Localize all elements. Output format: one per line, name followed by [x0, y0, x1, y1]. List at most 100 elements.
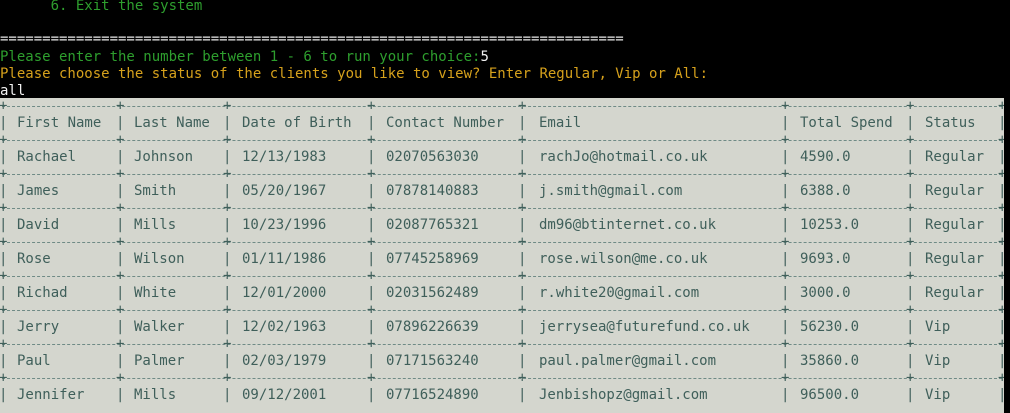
column-divider: |: [116, 251, 125, 267]
column-divider: |: [518, 387, 527, 403]
cell-spend: 9693.0: [800, 251, 851, 267]
column-divider: |: [906, 387, 915, 403]
column-divider: |: [998, 149, 1004, 165]
cell-first: Rose: [17, 251, 51, 267]
cell-status: Regular: [925, 217, 985, 233]
border-corner: +: [367, 234, 376, 250]
cell-spend: 96500.0: [800, 387, 860, 403]
column-divider: |: [116, 285, 125, 301]
column-divider: |: [518, 285, 527, 301]
cell-first: Paul: [17, 353, 51, 369]
border-corner: +: [367, 98, 376, 114]
cell-last: Wilson: [134, 251, 185, 267]
table-row: | | | | | | | | David Mills 10/23/1996 02087765321 d…: [0, 217, 1004, 234]
column-divider: |: [0, 285, 8, 301]
cell-last: Mills: [134, 217, 177, 233]
column-divider: |: [906, 353, 915, 369]
border-corner: +: [223, 234, 232, 250]
border-corner: +: [906, 132, 915, 148]
border-corner: +: [781, 302, 790, 318]
border-dashes: [2, 140, 1002, 141]
column-divider: |: [223, 217, 232, 233]
column-divider: |: [367, 217, 376, 233]
column-divider: |: [367, 251, 376, 267]
column-divider: |: [0, 319, 8, 335]
clients-table: + + + + + + + + | | | | | | | | First Name Last Name Date …: [0, 98, 1004, 413]
border-corner: +: [0, 234, 8, 250]
column-divider: |: [223, 251, 232, 267]
cell-first: Jerry: [17, 319, 60, 335]
border-corner: +: [116, 234, 125, 250]
column-divider: |: [906, 217, 915, 233]
border-corner: +: [116, 132, 125, 148]
border-corner: +: [518, 268, 527, 284]
column-divider: |: [0, 387, 8, 403]
column-divider: |: [116, 115, 125, 131]
column-divider: |: [518, 217, 527, 233]
terminal-window[interactable]: 6. Exit the system =====================…: [0, 0, 1010, 413]
cell-contact: 07896226639: [386, 319, 479, 335]
border-dashes: [2, 208, 1002, 209]
border-corner: +: [518, 166, 527, 182]
border-corner: +: [518, 302, 527, 318]
border-corner: +: [998, 132, 1004, 148]
column-divider: |: [998, 183, 1004, 199]
choice-prompt-text: Please enter the number between 1 - 6 to…: [0, 49, 481, 65]
column-divider: |: [518, 251, 527, 267]
border-corner: +: [781, 98, 790, 114]
cell-dob: 05/20/1967: [242, 183, 327, 199]
border-corner: +: [0, 98, 8, 114]
table-row: | | | | | | | | Jerry Walker 12/02/1963 07896226639…: [0, 319, 1004, 336]
cell-last: Mills: [134, 387, 177, 403]
column-divider: |: [367, 183, 376, 199]
table-border-line: + + + + + + + +: [0, 336, 1004, 353]
border-corner: +: [518, 370, 527, 386]
border-corner: +: [0, 166, 8, 182]
column-divider: |: [367, 387, 376, 403]
border-dashes: [2, 106, 1002, 107]
border-corner: +: [998, 370, 1004, 386]
border-corner: +: [223, 132, 232, 148]
column-divider: |: [781, 251, 790, 267]
cell-contact: 07171563240: [386, 353, 479, 369]
border-corner: +: [367, 302, 376, 318]
column-divider: |: [0, 115, 8, 131]
cell-contact: 07716524890: [386, 387, 479, 403]
border-corner: +: [223, 98, 232, 114]
border-corner: +: [906, 302, 915, 318]
cell-dob: 01/11/1986: [242, 251, 327, 267]
table-border-line: + + + + + + + +: [0, 98, 1004, 115]
border-corner: +: [223, 370, 232, 386]
column-divider: |: [116, 319, 125, 335]
cell-spend: 56230.0: [800, 319, 860, 335]
menu-separator: ========================================…: [0, 31, 624, 47]
table-row: | | | | | | | | James Smith 05/20/1967 07878140883 j…: [0, 183, 1004, 200]
column-divider: |: [906, 149, 915, 165]
cell-first: Richad: [17, 285, 68, 301]
table-row: | | | | | | | | Richad White 12/01/2000 02031562489…: [0, 285, 1004, 302]
cell-last: Smith: [134, 183, 177, 199]
column-divider: |: [223, 285, 232, 301]
border-corner: +: [906, 268, 915, 284]
border-corner: +: [367, 166, 376, 182]
border-corner: +: [518, 98, 527, 114]
column-divider: |: [906, 251, 915, 267]
border-corner: +: [518, 200, 527, 216]
border-corner: +: [781, 132, 790, 148]
cell-email: rose.wilson@me.co.uk: [539, 251, 708, 267]
cell-status: Regular: [925, 251, 985, 267]
column-divider: |: [116, 149, 125, 165]
border-corner: +: [223, 336, 232, 352]
cell-status: Vip: [925, 319, 951, 335]
column-divider: |: [906, 319, 915, 335]
border-corner: +: [0, 268, 8, 284]
border-dashes: [2, 310, 1002, 311]
column-divider: |: [781, 183, 790, 199]
column-divider: |: [998, 115, 1004, 131]
border-corner: +: [367, 336, 376, 352]
column-divider: |: [116, 183, 125, 199]
header-email: Email: [539, 115, 582, 131]
table-border-line: + + + + + + + +: [0, 268, 1004, 285]
header-last: Last Name: [134, 115, 210, 131]
cell-first: Rachael: [17, 149, 77, 165]
